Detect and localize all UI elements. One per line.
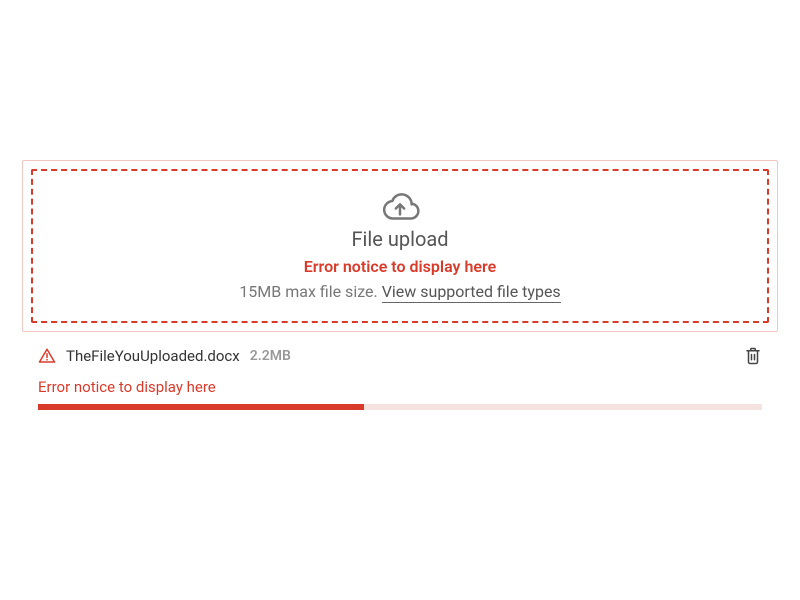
upload-hint: 15MB max file size. View supported file … — [43, 282, 757, 301]
upload-hint-text: 15MB max file size. — [239, 282, 381, 301]
file-name: TheFileYouUploaded.docx — [66, 347, 240, 365]
uploaded-file-row: TheFileYouUploaded.docx 2.2MB Error noti… — [22, 346, 778, 410]
cloud-upload-icon — [43, 191, 757, 221]
delete-file-button[interactable] — [744, 346, 762, 366]
upload-error-message: Error notice to display here — [43, 257, 757, 276]
upload-component: File upload Error notice to display here… — [22, 160, 778, 332]
upload-title: File upload — [43, 227, 757, 251]
supported-types-link[interactable]: View supported file types — [382, 282, 561, 303]
file-error-message: Error notice to display here — [38, 378, 762, 396]
alert-triangle-icon — [38, 347, 56, 365]
file-header: TheFileYouUploaded.docx 2.2MB — [38, 346, 762, 366]
upload-progress-bar — [38, 404, 762, 410]
file-dropzone[interactable]: File upload Error notice to display here… — [31, 169, 769, 323]
upload-progress-fill — [38, 404, 364, 410]
file-size: 2.2MB — [250, 348, 291, 364]
